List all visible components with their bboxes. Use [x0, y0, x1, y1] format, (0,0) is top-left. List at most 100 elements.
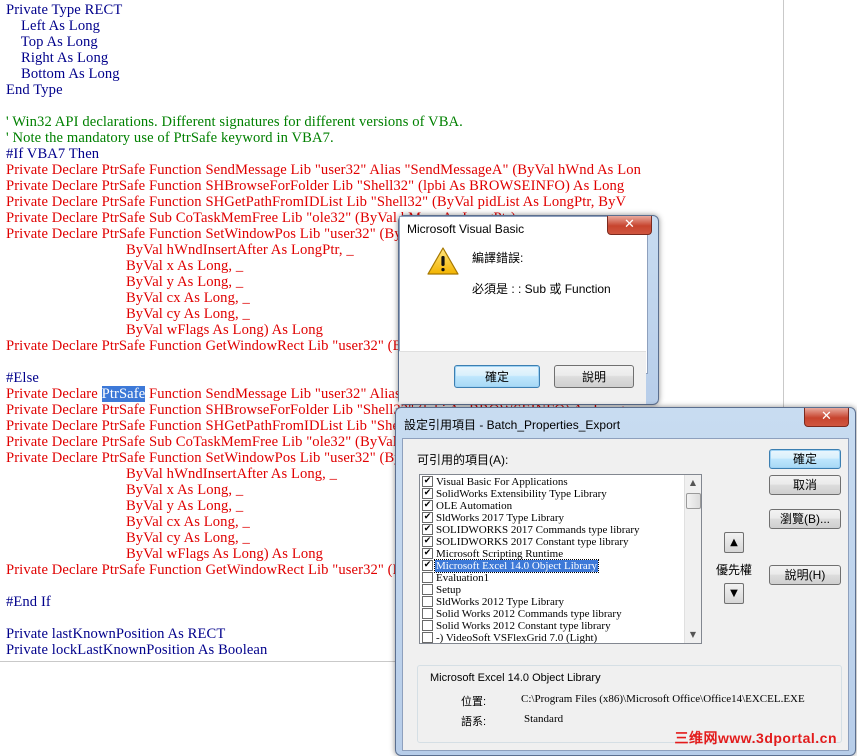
reference-label: Evaluation1: [436, 572, 490, 584]
code-line[interactable]: Left As Long: [6, 18, 641, 34]
code-line[interactable]: ' Note the mandatory use of PtrSafe keyw…: [6, 130, 641, 146]
code-text: ByVal cx As Long, _: [6, 514, 250, 530]
reference-label: SOLIDWORKS 2017 Commands type library: [436, 524, 640, 536]
code-text: ByVal wFlags As Long) As Long: [6, 322, 324, 338]
reference-label: SOLIDWORKS 2017 Constant type library: [436, 536, 629, 548]
dialog-button-bar: 確定 說明: [399, 351, 646, 404]
code-line[interactable]: Bottom As Long: [6, 66, 641, 82]
code-text: ByVal cx As Long, _: [6, 290, 250, 306]
code-text: Private lastKnownPosition As RECT: [6, 626, 226, 642]
close-button[interactable]: ✕: [607, 216, 652, 235]
selected-code-text: PtrSafe: [101, 386, 146, 402]
scroll-up-icon[interactable]: ▲: [685, 475, 701, 491]
code-line[interactable]: #If VBA7 Then: [6, 146, 641, 162]
reference-label: Visual Basic For Applications: [436, 476, 568, 488]
browse-button[interactable]: 瀏覽(B)...: [769, 509, 841, 529]
code-text: #If VBA7 Then: [6, 146, 100, 162]
code-line[interactable]: Private Type RECT: [6, 2, 641, 18]
code-line[interactable]: Private Declare PtrSafe Function SHBrows…: [6, 178, 641, 194]
reference-item[interactable]: ✔ Microsoft Scripting Runtime: [421, 548, 686, 560]
reference-item[interactable]: Solid Works 2012 Commands type library: [421, 608, 686, 620]
watermark: 三维网www.3dportal.cn: [674, 730, 837, 746]
selected-reference-name: Microsoft Excel 14.0 Object Library: [430, 672, 601, 684]
reference-checkbox[interactable]: [422, 608, 433, 619]
reference-label: -) VideoSoft VSFlexGrid 7.0 (Light): [436, 632, 598, 644]
code-line[interactable]: Private Declare PtrSafe Function SendMes…: [6, 162, 641, 178]
code-line[interactable]: Top As Long: [6, 34, 641, 50]
reference-checkbox[interactable]: ✔: [422, 548, 433, 559]
code-text: Left As Long: [6, 18, 101, 34]
code-line[interactable]: End Type: [6, 82, 641, 98]
reference-label: OLE Automation: [436, 500, 513, 512]
code-line[interactable]: Private Declare PtrSafe Function SHGetPa…: [6, 194, 641, 210]
language-label: 語系:: [461, 716, 487, 728]
reference-checkbox[interactable]: [422, 596, 433, 607]
reference-checkbox[interactable]: [422, 584, 433, 595]
reference-item[interactable]: ✔ SolidWorks Extensibility Type Library: [421, 488, 686, 500]
code-text: Right As Long: [6, 50, 109, 66]
cancel-button[interactable]: 取消: [769, 475, 841, 495]
arrow-up-icon: ▲: [730, 537, 738, 548]
priority-up-button[interactable]: ▲: [724, 532, 744, 553]
reference-item[interactable]: ✔ Visual Basic For Applications: [421, 476, 686, 488]
scroll-down-icon[interactable]: ▼: [685, 627, 701, 643]
scroll-thumb[interactable]: [686, 493, 701, 509]
reference-item[interactable]: Setup: [421, 584, 686, 596]
reference-label: Solid Works 2012 Constant type library: [436, 620, 611, 632]
reference-label: Solid Works 2012 Commands type library: [436, 608, 622, 620]
reference-checkbox[interactable]: ✔: [422, 524, 433, 535]
reference-item[interactable]: ✔ SOLIDWORKS 2017 Constant type library: [421, 536, 686, 548]
arrow-down-icon: ▼: [730, 588, 738, 599]
error-message: 必須是 : : Sub 或 Function: [472, 282, 611, 296]
reference-item[interactable]: ✔ SldWorks 2017 Type Library: [421, 512, 686, 524]
reference-checkbox[interactable]: ✔: [422, 560, 433, 571]
reference-item[interactable]: Solid Works 2012 Constant type library: [421, 620, 686, 632]
code-text: ' Win32 API declarations. Different sign…: [6, 114, 463, 130]
code-text: ByVal hWndInsertAfter As LongPtr, _: [6, 242, 354, 258]
list-scrollbar[interactable]: ▲ ▼: [684, 475, 701, 643]
reference-label: Microsoft Excel 14.0 Object Library: [434, 559, 599, 573]
ok-button[interactable]: 確定: [454, 365, 540, 388]
reference-label: Setup: [436, 584, 462, 596]
location-value: C:\Program Files (x86)\Microsoft Office\…: [521, 693, 805, 705]
ok-button[interactable]: 確定: [769, 449, 841, 469]
location-label: 位置:: [461, 696, 487, 708]
code-line[interactable]: Right As Long: [6, 50, 641, 66]
code-text: Private Declare PtrSafe Function SendMes…: [6, 162, 642, 178]
reference-checkbox[interactable]: [422, 620, 433, 631]
reference-item[interactable]: ✔ OLE Automation: [421, 500, 686, 512]
close-button[interactable]: ✕: [804, 408, 849, 427]
help-button[interactable]: 說明: [554, 365, 634, 388]
reference-item[interactable]: SldWorks 2012 Type Library: [421, 596, 686, 608]
reference-checkbox[interactable]: ✔: [422, 476, 433, 487]
reference-item[interactable]: ✔ SOLIDWORKS 2017 Commands type library: [421, 524, 686, 536]
code-text: #Else: [6, 370, 39, 386]
references-dialog: 設定引用項目 - Batch_Properties_Export ✕ 可引用的項…: [395, 407, 856, 756]
code-text: ByVal x As Long, _: [6, 258, 244, 274]
reference-label: SolidWorks Extensibility Type Library: [436, 488, 607, 500]
code-text: ByVal wFlags As Long) As Long: [6, 546, 324, 562]
priority-label: 優先權: [716, 563, 753, 577]
code-text: ByVal cy As Long, _: [6, 306, 250, 322]
code-line[interactable]: ' Win32 API declarations. Different sign…: [6, 114, 641, 130]
reference-item[interactable]: Evaluation1: [421, 572, 686, 584]
reference-checkbox[interactable]: [422, 572, 433, 583]
code-text: Private Declare: [6, 386, 102, 402]
code-text: Bottom As Long: [6, 66, 120, 82]
reference-checkbox[interactable]: ✔: [422, 536, 433, 547]
reference-checkbox[interactable]: ✔: [422, 500, 433, 511]
dialog-title: 設定引用項目 - Batch_Properties_Export: [404, 418, 621, 432]
code-line[interactable]: [6, 98, 641, 114]
reference-item[interactable]: -) VideoSoft VSFlexGrid 7.0 (Light): [421, 632, 686, 644]
reference-checkbox[interactable]: ✔: [422, 488, 433, 499]
reference-checkbox[interactable]: [422, 632, 433, 643]
references-list[interactable]: ✔ Visual Basic For Applications ✔ SolidWork…: [419, 474, 702, 644]
code-text: ByVal cy As Long, _: [6, 530, 250, 546]
code-text: ByVal y As Long, _: [6, 274, 244, 290]
reference-checkbox[interactable]: ✔: [422, 512, 433, 523]
reference-label: SldWorks 2012 Type Library: [436, 596, 564, 608]
priority-down-button[interactable]: ▼: [724, 583, 744, 604]
help-button[interactable]: 說明(H): [769, 565, 841, 585]
code-text: Private Declare PtrSafe Function SHBrows…: [6, 178, 625, 194]
reference-item[interactable]: ✔ Microsoft Excel 14.0 Object Library: [421, 559, 686, 573]
